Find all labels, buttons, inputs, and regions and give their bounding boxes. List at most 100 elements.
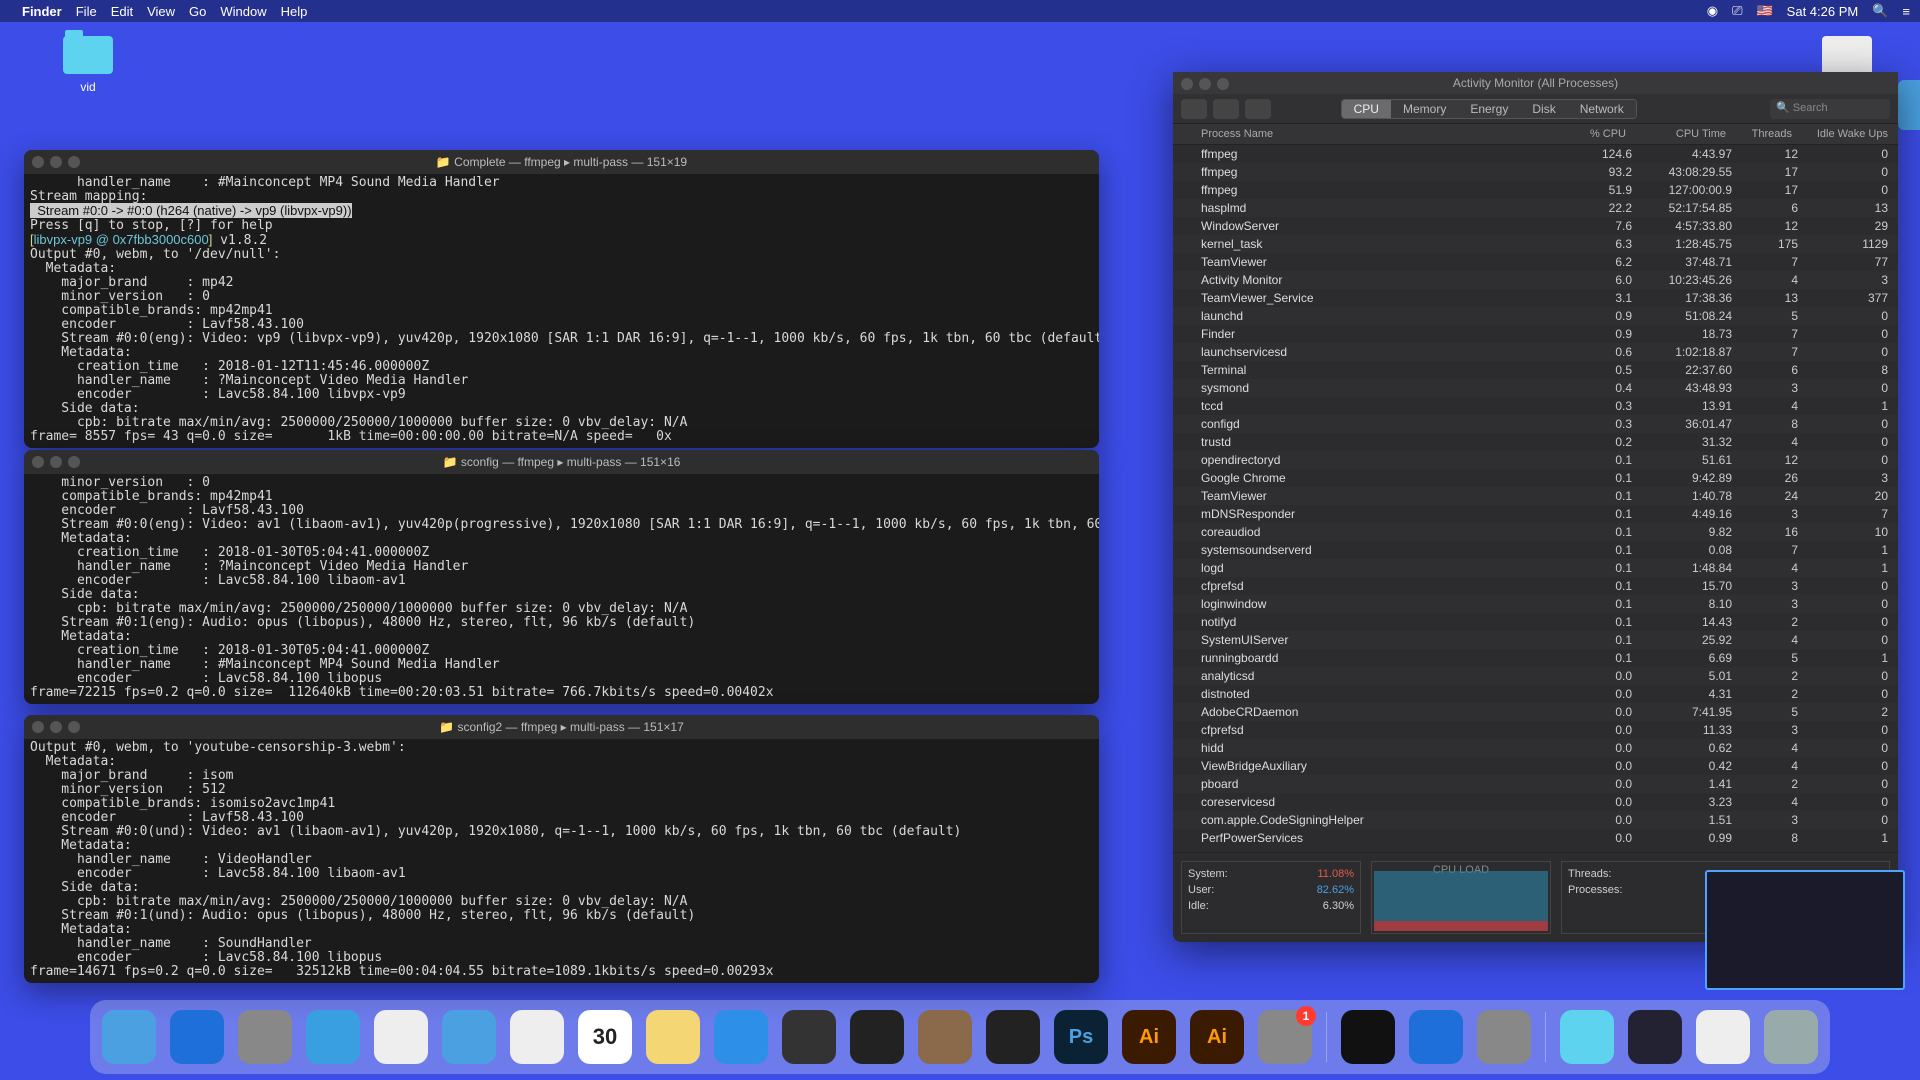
dock-teamviewer-icon[interactable] <box>170 1010 224 1064</box>
table-row[interactable]: runningboardd0.16.6951 <box>1173 649 1898 667</box>
terminal-window-1[interactable]: 📁 Complete — ffmpeg ▸ multi-pass — 151×1… <box>24 150 1099 448</box>
dock-desktop-icon[interactable] <box>1628 1010 1682 1064</box>
col-process-name[interactable]: Process Name <box>1173 124 1562 144</box>
table-row[interactable]: systemsoundserverd0.10.0871 <box>1173 541 1898 559</box>
table-row[interactable]: configd0.336:01.4780 <box>1173 415 1898 433</box>
dock-folder-icon[interactable] <box>1560 1010 1614 1064</box>
dock-notes-icon[interactable] <box>646 1010 700 1064</box>
table-row[interactable]: distnoted0.04.3120 <box>1173 685 1898 703</box>
table-row[interactable]: logd0.11:48.8441 <box>1173 559 1898 577</box>
col-cpu[interactable]: % CPU <box>1562 124 1632 144</box>
spotlight-icon[interactable]: 🔍 <box>1872 3 1888 19</box>
table-row[interactable]: loginwindow0.18.1030 <box>1173 595 1898 613</box>
dock-teamviewer2-icon[interactable] <box>1409 1010 1463 1064</box>
window-traffic-lights[interactable] <box>32 721 80 733</box>
tab-cpu[interactable]: CPU <box>1342 100 1391 118</box>
table-row[interactable]: AdobeCRDaemon0.07:41.9552 <box>1173 703 1898 721</box>
table-row[interactable]: ffmpeg93.243:08:29.55170 <box>1173 163 1898 181</box>
dock-terminal-icon[interactable] <box>1341 1010 1395 1064</box>
dock-photoshop-icon[interactable]: Ps <box>1054 1010 1108 1064</box>
table-row[interactable]: notifyd0.114.4320 <box>1173 613 1898 631</box>
dock-illustrator2-icon[interactable]: Ai <box>1190 1010 1244 1064</box>
info-button[interactable] <box>1213 99 1239 119</box>
table-row[interactable]: Google Chrome0.19:42.89263 <box>1173 469 1898 487</box>
table-row[interactable]: coreaudiod0.19.821610 <box>1173 523 1898 541</box>
dock-calendar-icon[interactable]: 30 <box>578 1010 632 1064</box>
tab-network[interactable]: Network <box>1568 100 1636 118</box>
control-center-icon[interactable]: ≡ <box>1902 4 1910 19</box>
table-row[interactable]: opendirectoryd0.151.61120 <box>1173 451 1898 469</box>
menubar-clock[interactable]: Sat 4:26 PM <box>1787 4 1859 19</box>
dock-obs-icon[interactable] <box>850 1010 904 1064</box>
table-header[interactable]: Process Name % CPU CPU Time Threads Idle… <box>1173 124 1898 145</box>
table-row[interactable]: launchservicesd0.61:02:18.8770 <box>1173 343 1898 361</box>
table-row[interactable]: WindowServer7.64:57:33.801229 <box>1173 217 1898 235</box>
dock-launchpad-icon[interactable] <box>238 1010 292 1064</box>
tab-energy[interactable]: Energy <box>1458 100 1520 118</box>
table-row[interactable]: mDNSResponder0.14:49.1637 <box>1173 505 1898 523</box>
table-row[interactable]: com.apple.CodeSigningHelper0.01.5130 <box>1173 811 1898 829</box>
table-row[interactable]: Terminal0.522:37.6068 <box>1173 361 1898 379</box>
table-row[interactable]: hidd0.00.6240 <box>1173 739 1898 757</box>
search-input[interactable]: 🔍 Search <box>1770 99 1890 119</box>
settings-gear-icon[interactable] <box>1245 99 1271 119</box>
table-row[interactable]: ViewBridgeAuxiliary0.00.4240 <box>1173 757 1898 775</box>
teamviewer-status-icon[interactable]: ◉ <box>1707 3 1718 19</box>
menu-file[interactable]: File <box>76 4 97 19</box>
window-traffic-lights[interactable] <box>1181 78 1229 90</box>
dock-gimp-icon[interactable] <box>918 1010 972 1064</box>
menu-go[interactable]: Go <box>189 4 206 19</box>
terminal-window-3[interactable]: 📁 sconfig2 — ffmpeg ▸ multi-pass — 151×1… <box>24 715 1099 983</box>
teamviewer-side-widget[interactable] <box>1898 80 1920 130</box>
table-row[interactable]: SystemUIServer0.125.9240 <box>1173 631 1898 649</box>
table-row[interactable]: TeamViewer0.11:40.782420 <box>1173 487 1898 505</box>
col-idle-wake-ups[interactable]: Idle Wake Ups <box>1798 124 1898 144</box>
dock-inkscape-icon[interactable] <box>782 1010 836 1064</box>
desktop-drive-icon[interactable] <box>1822 36 1872 76</box>
table-row[interactable]: sysmond0.443:48.9330 <box>1173 379 1898 397</box>
dock-illustrator-icon[interactable]: Ai <box>1122 1010 1176 1064</box>
dock-chrome-icon[interactable] <box>374 1010 428 1064</box>
col-threads[interactable]: Threads <box>1732 124 1798 144</box>
terminal-output[interactable]: handler_name : #Mainconcept MP4 Sound Me… <box>24 174 1099 448</box>
dock-trash-icon[interactable] <box>1764 1010 1818 1064</box>
desktop-folder-vid[interactable]: vid <box>48 36 128 94</box>
menu-view[interactable]: View <box>147 4 175 19</box>
dock-mail-icon[interactable] <box>442 1010 496 1064</box>
table-row[interactable]: pboard0.01.4120 <box>1173 775 1898 793</box>
menu-window[interactable]: Window <box>220 4 266 19</box>
table-row[interactable]: launchd0.951:08.2450 <box>1173 307 1898 325</box>
dock-safari-icon[interactable] <box>306 1010 360 1064</box>
table-row[interactable]: kernel_task6.31:28:45.751751129 <box>1173 235 1898 253</box>
dock-finder-icon[interactable] <box>102 1010 156 1064</box>
activity-monitor-window[interactable]: Activity Monitor (All Processes) CPU Mem… <box>1173 72 1898 942</box>
terminal-window-2[interactable]: 📁 sconfig — ffmpeg ▸ multi-pass — 151×16… <box>24 450 1099 704</box>
tab-disk[interactable]: Disk <box>1520 100 1567 118</box>
airplay-icon[interactable]: ⎚ <box>1732 3 1742 19</box>
dock-appstore-icon[interactable] <box>714 1010 768 1064</box>
table-row[interactable]: cfprefsd0.115.7030 <box>1173 577 1898 595</box>
menu-edit[interactable]: Edit <box>111 4 133 19</box>
table-row[interactable]: PerfPowerServices0.00.9981 <box>1173 829 1898 847</box>
dock-xcode-tools-icon[interactable] <box>1477 1010 1531 1064</box>
window-traffic-lights[interactable] <box>32 456 80 468</box>
flag-icon[interactable]: 🇺🇸 <box>1756 3 1772 19</box>
table-row[interactable]: Finder0.918.7370 <box>1173 325 1898 343</box>
table-row[interactable]: cfprefsd0.011.3330 <box>1173 721 1898 739</box>
table-row[interactable]: ffmpeg51.9127:00:00.9170 <box>1173 181 1898 199</box>
table-row[interactable]: ffmpeg124.64:43.97120 <box>1173 145 1898 163</box>
table-row[interactable]: TeamViewer_Service3.117:38.3613377 <box>1173 289 1898 307</box>
terminal-output[interactable]: Output #0, webm, to 'youtube-censorship-… <box>24 739 1099 983</box>
tab-memory[interactable]: Memory <box>1391 100 1458 118</box>
table-row[interactable]: hasplmd22.252:17:54.85613 <box>1173 199 1898 217</box>
table-row[interactable]: trustd0.231.3240 <box>1173 433 1898 451</box>
dock-teamviewer-doc-icon[interactable] <box>1696 1010 1750 1064</box>
stop-process-button[interactable] <box>1181 99 1207 119</box>
process-table[interactable]: ffmpeg124.64:43.97120ffmpeg93.243:08:29.… <box>1173 145 1898 852</box>
dock-photos-icon[interactable] <box>510 1010 564 1064</box>
menu-help[interactable]: Help <box>281 4 308 19</box>
window-traffic-lights[interactable] <box>32 156 80 168</box>
table-row[interactable]: tccd0.313.9141 <box>1173 397 1898 415</box>
table-row[interactable]: Activity Monitor6.010:23:45.2643 <box>1173 271 1898 289</box>
table-row[interactable]: coreservicesd0.03.2340 <box>1173 793 1898 811</box>
